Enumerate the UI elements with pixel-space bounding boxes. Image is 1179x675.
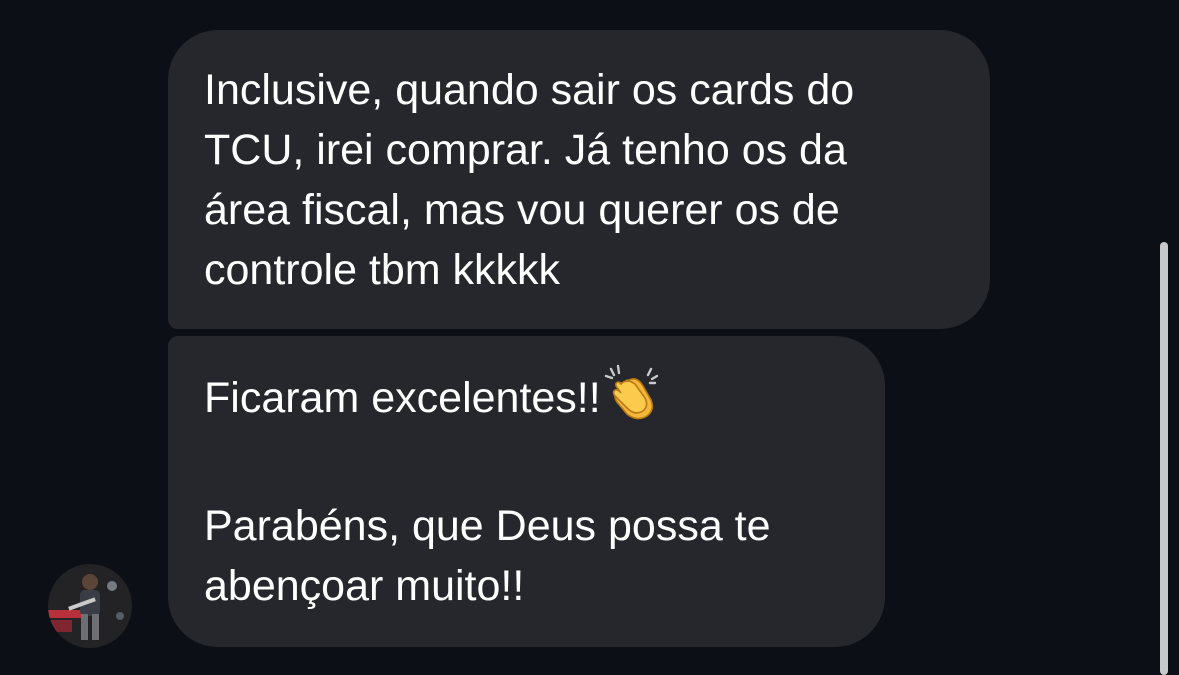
- avatar[interactable]: [48, 564, 132, 648]
- message-text: Ficaram excelentes!!: [204, 374, 601, 422]
- scrollbar[interactable]: [1160, 242, 1168, 675]
- message-text: abençoar muito!!: [204, 562, 525, 610]
- message-bubble[interactable]: Inclusive, quando sair os cards do TCU, …: [168, 30, 990, 329]
- message-bubble[interactable]: Ficaram excelentes!! Parabéns, que Deus …: [168, 336, 885, 647]
- message-text: Parabéns, que Deus possa te: [204, 502, 771, 550]
- clapping-hands-icon: [603, 364, 661, 422]
- message-text: Inclusive, quando sair os cards do TCU, …: [204, 66, 855, 294]
- message-line: Ficaram excelentes!!: [204, 364, 661, 428]
